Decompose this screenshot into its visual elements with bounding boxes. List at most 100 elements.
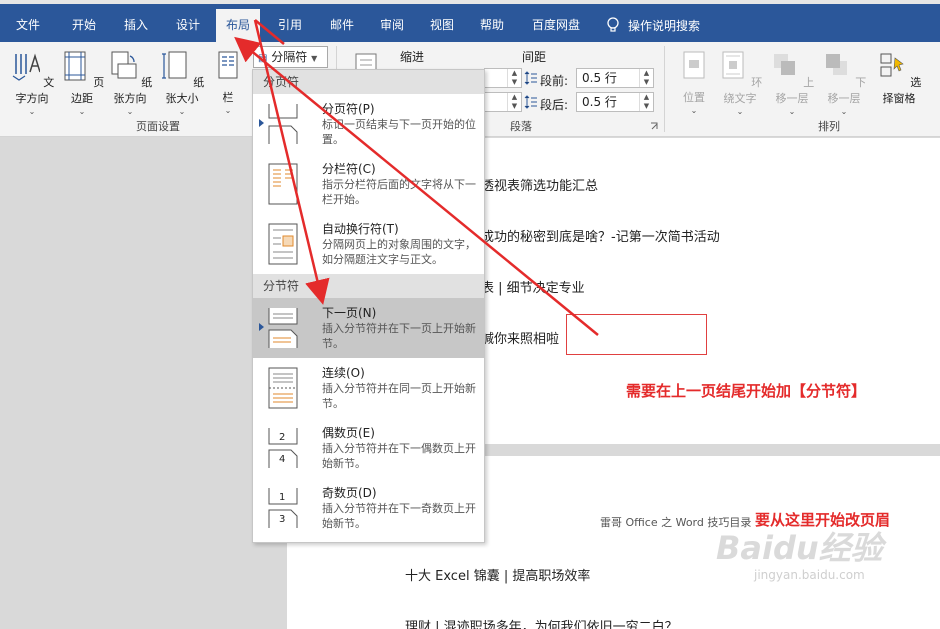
tab-insert[interactable]: 插入 (124, 14, 148, 36)
tab-mailings[interactable]: 邮件 (330, 14, 354, 36)
tab-file[interactable]: 文件 (16, 14, 40, 36)
menu-item-desc: 插入分节符并在下一偶数页上开始新节。 (322, 442, 476, 470)
column-break-icon (268, 163, 298, 205)
orientation-button[interactable]: 纸张方向 ⌄ (104, 48, 156, 116)
spacing-label: 间距 (522, 50, 547, 64)
page-breaks-header: 分页符 (253, 70, 484, 94)
tab-layout[interactable]: 布局 (216, 9, 261, 42)
menu-item-title: 分栏符(C) (322, 162, 376, 176)
text-wrapping-break-icon (268, 223, 298, 265)
breaks-icon: ▤ (258, 53, 268, 64)
menu-item-page-break[interactable]: 分页符(P) 标记一页结束与下一页开始的位置。 (253, 94, 484, 154)
tab-home[interactable]: 开始 (72, 14, 96, 36)
odd-page-break-icon: 13 (268, 488, 298, 528)
indent-left-input[interactable]: ▲ ▼ (484, 68, 522, 88)
chevron-down-icon: ▼ (311, 54, 318, 63)
menu-item-title: 自动换行符(T) (322, 222, 399, 236)
menu-item-desc: 指示分栏符后面的文字将从下一栏开始。 (322, 178, 476, 206)
menu-item-title: 下一页(N) (322, 306, 377, 320)
arrange-group-label: 排列 (818, 120, 840, 133)
columns-label: 栏 (222, 91, 234, 104)
doc-line-3: 表 | 细节决定专业 (481, 281, 585, 296)
page-break-icon (268, 104, 298, 144)
position-label: 位置 (683, 91, 705, 104)
spacing-after-label: 段后: (540, 98, 569, 112)
tab-review[interactable]: 审阅 (380, 14, 404, 36)
lightbulb-icon (607, 17, 619, 32)
menu-item-desc: 分隔网页上的对象周围的文字，如分隔题注文字与正文。 (322, 238, 476, 266)
section-breaks-header: 分节符 (253, 274, 484, 298)
ribbon-tab-bar: 文件 开始 插入 设计 布局 引用 邮件 审阅 视图 帮助 百度网盘 操作说明搜… (0, 4, 940, 42)
columns-button[interactable]: 栏 ⌄ (208, 48, 248, 115)
bring-forward-button[interactable]: 上移一层 ⌄ (766, 48, 818, 116)
wrap-text-button[interactable]: 环绕文字 ⌄ (714, 48, 766, 116)
margins-icon (64, 51, 86, 81)
tell-me-search[interactable]: 操作说明搜索 (606, 15, 700, 35)
position-button[interactable]: 位置 ⌄ (674, 48, 714, 115)
text-direction-icon (12, 53, 41, 81)
orientation-icon (111, 51, 137, 79)
doc-line-5: 十大 Excel 锦囊 | 提高职场效率 (405, 569, 591, 584)
tab-view[interactable]: 视图 (430, 14, 454, 36)
menu-item-desc: 插入分节符并在同一页上开始新节。 (322, 382, 476, 410)
tab-design[interactable]: 设计 (176, 14, 200, 36)
watermark-brand: Baidu经验 (716, 529, 883, 567)
paragraph-dialog-launcher-icon[interactable] (650, 122, 659, 131)
breaks-label: 分隔符 (271, 50, 308, 64)
doc-line-4: 喊你来照相啦 (481, 332, 560, 347)
send-backward-icon (825, 54, 847, 75)
margins-button[interactable]: 页边距 ⌄ (56, 48, 108, 116)
odd-badge-bottom: 3 (279, 514, 285, 525)
breaks-button[interactable]: ▤ 分隔符 ▼ (253, 46, 328, 68)
even-page-break-icon: 24 (268, 428, 298, 468)
pointer-icon (259, 119, 264, 127)
menu-item-title: 分页符(P) (322, 102, 375, 116)
menu-item-title: 奇数页(D) (322, 486, 377, 500)
menu-item-title: 偶数页(E) (322, 426, 375, 440)
watermark-url: jingyan.baidu.com (754, 568, 865, 582)
columns-icon (218, 51, 238, 79)
size-button[interactable]: 纸张大小 ⌄ (156, 48, 208, 116)
pointer-icon (259, 323, 264, 331)
spacing-before-label: 段前: (540, 74, 569, 88)
breaks-dropdown-menu: 分页符 分页符(P) 标记一页结束与下一页开始的位置。 分栏符(C) 指示分栏符… (252, 69, 485, 543)
doc-line-2: 成功的秘密到底是啥？-记第一次简书活动 (481, 230, 720, 245)
menu-item-desc: 插入分节符并在下一奇数页上开始新节。 (322, 502, 476, 530)
continuous-break-icon (268, 367, 298, 409)
spacing-after-icon (524, 95, 537, 109)
paragraph-group-label: 段落 (510, 120, 532, 133)
next-page-break-icon (268, 308, 298, 348)
tab-help[interactable]: 帮助 (480, 14, 504, 36)
bring-forward-icon (773, 54, 795, 75)
indent-right-input[interactable]: ▲ ▼ (484, 92, 522, 112)
odd-badge-top: 1 (279, 492, 285, 503)
text-direction-button[interactable]: 文字方向 ⌄ (6, 48, 58, 116)
menu-item-next-page[interactable]: 下一页(N) 插入分节符并在下一页上开始新节。 (253, 298, 484, 358)
annotation-change-header: 要从这里开始改页眉 (755, 511, 891, 529)
menu-item-desc: 标记一页结束与下一页开始的位置。 (322, 118, 476, 146)
selection-pane-icon (880, 53, 904, 77)
menu-item-column-break[interactable]: 分栏符(C) 指示分栏符后面的文字将从下一栏开始。 (253, 154, 484, 214)
page-setup-group-label: 页面设置 (136, 120, 180, 133)
menu-item-desc: 插入分节符并在下一页上开始新节。 (322, 322, 476, 350)
indent-label: 缩进 (400, 50, 425, 64)
even-badge-bottom: 4 (279, 454, 285, 465)
tab-references[interactable]: 引用 (278, 14, 302, 36)
doc-line-6: 理财 | 混迹职场多年，为何我们依旧一穷二白？ (405, 620, 678, 629)
paper-size-icon (161, 51, 187, 79)
selection-pane-button[interactable]: 选择窗格 (872, 48, 926, 114)
menu-item-even-page[interactable]: 24 偶数页(E) 插入分节符并在下一偶数页上开始新节。 (253, 418, 484, 478)
spacing-before-icon (524, 71, 537, 85)
wrap-text-icon (722, 51, 744, 79)
spacing-before-input[interactable]: 0.5 行 ▲ ▼ (576, 68, 654, 88)
spacing-after-input[interactable]: 0.5 行 ▲ ▼ (576, 92, 654, 112)
menu-item-continuous[interactable]: 连续(O) 插入分节符并在同一页上开始新节。 (253, 358, 484, 418)
even-badge-top: 2 (279, 432, 285, 443)
menu-item-text-wrapping-break[interactable]: 自动换行符(T) 分隔网页上的对象周围的文字，如分隔题注文字与正文。 (253, 214, 484, 274)
tell-me-label: 操作说明搜索 (628, 18, 701, 33)
menu-item-odd-page[interactable]: 13 奇数页(D) 插入分节符并在下一奇数页上开始新节。 (253, 478, 484, 538)
tab-baidu-netdisk[interactable]: 百度网盘 (532, 14, 580, 36)
spacing-before-value: 0.5 行 (582, 71, 617, 85)
baidu-jingyan-watermark: Baidu经验 jingyan.baidu.com (716, 528, 936, 626)
send-backward-button[interactable]: 下移一层 ⌄ (818, 48, 870, 116)
